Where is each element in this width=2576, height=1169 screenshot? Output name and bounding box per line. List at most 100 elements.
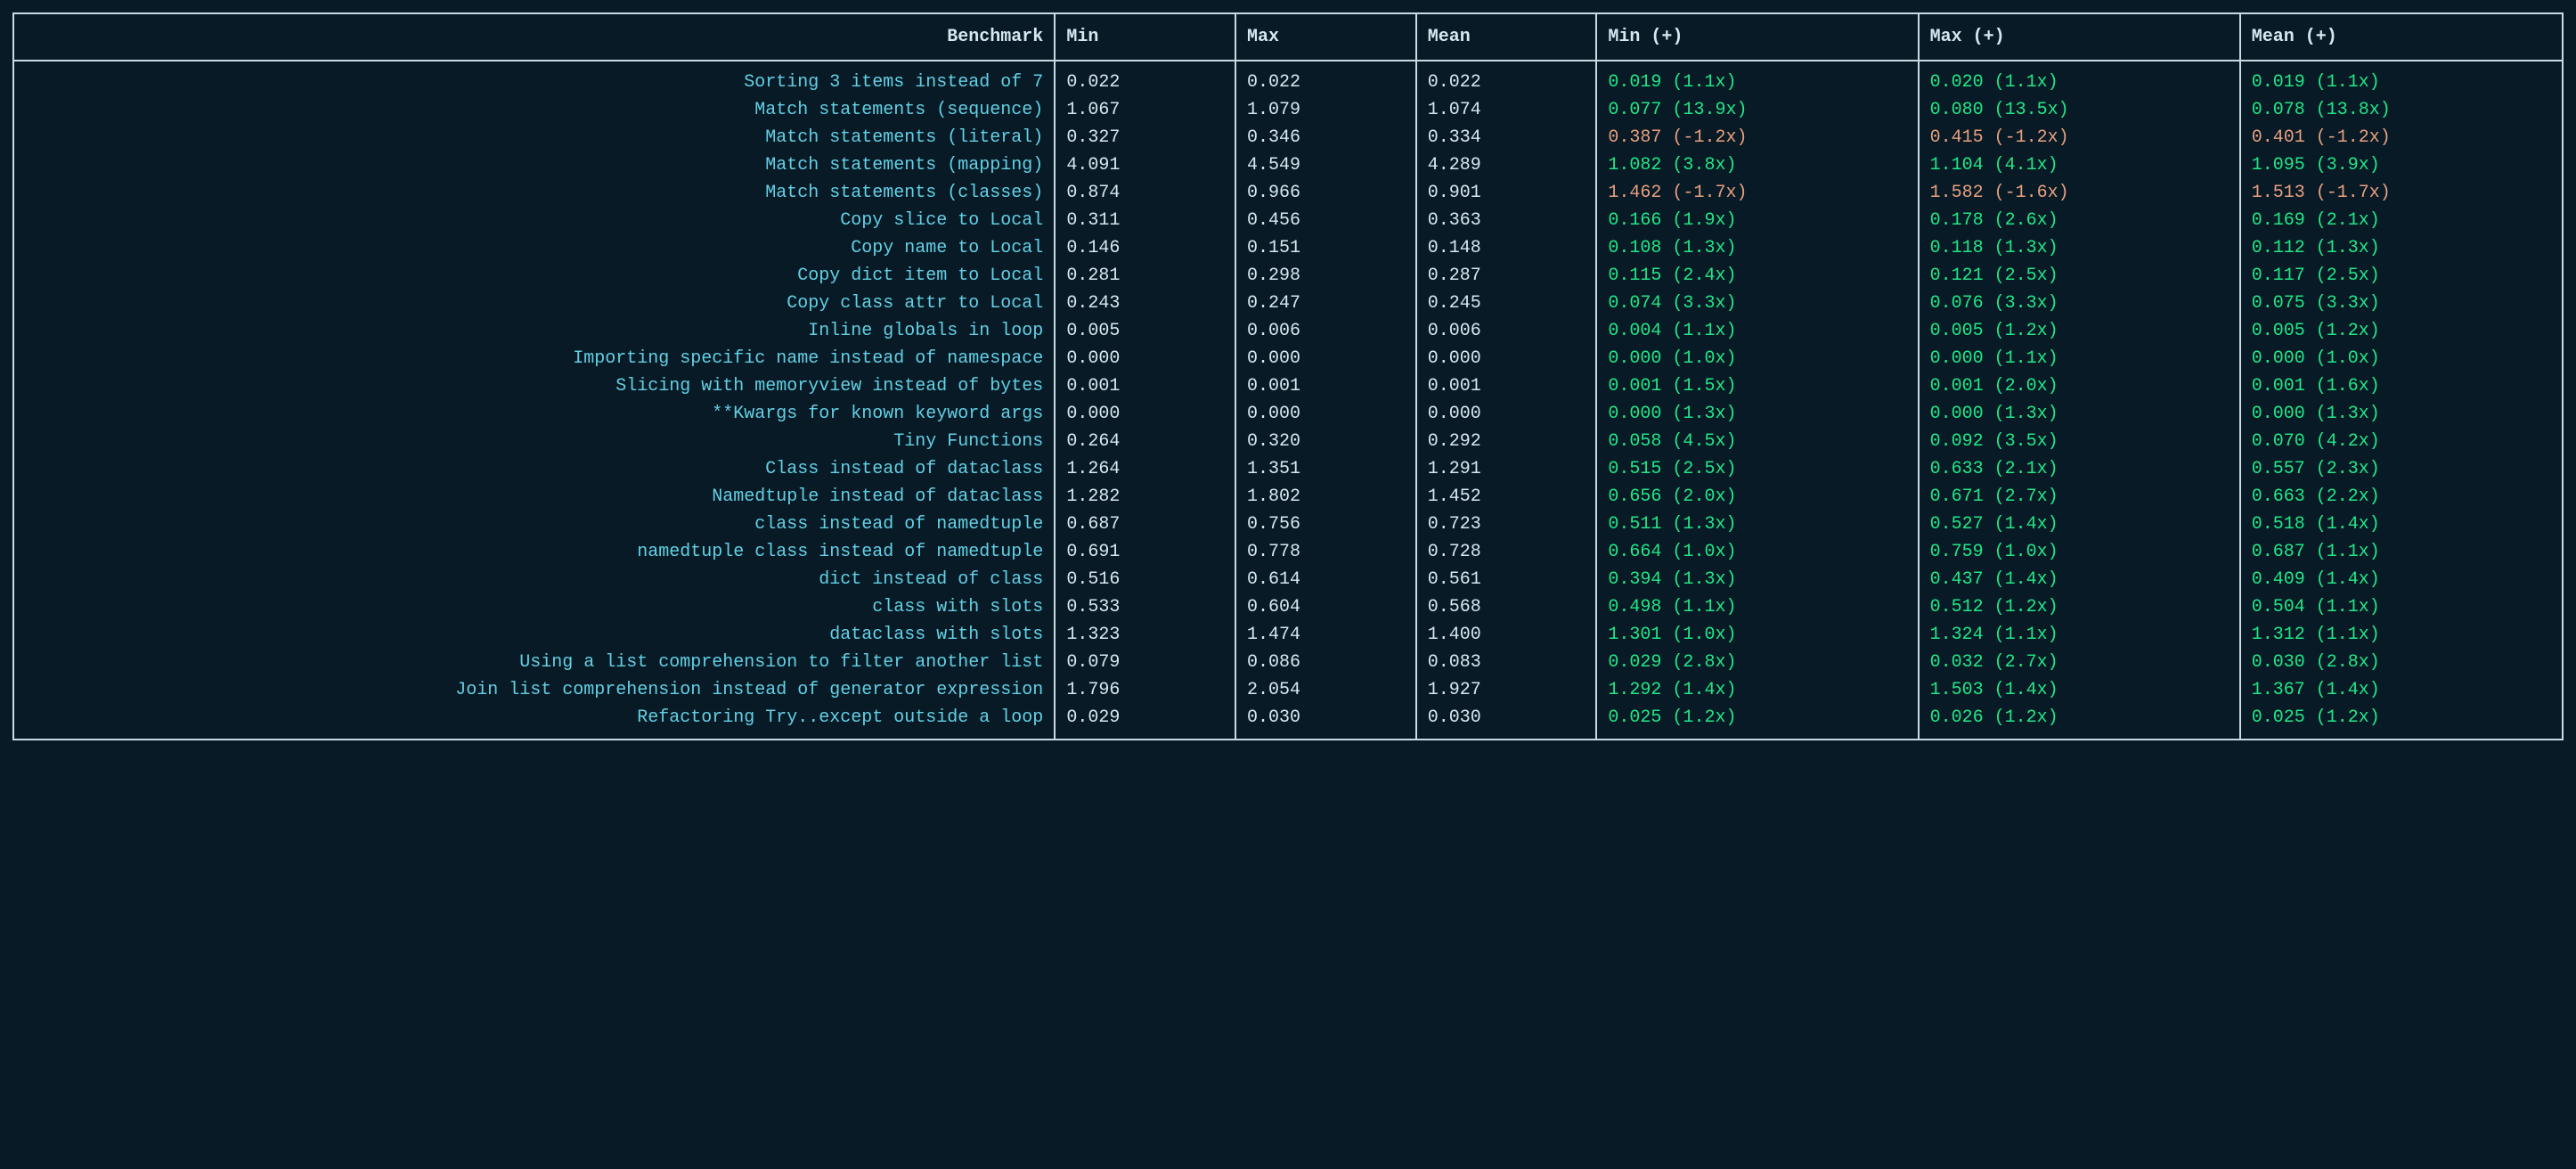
table-body: Sorting 3 items instead of 70.0220.0220.…: [14, 61, 2562, 739]
cell-benchmark: namedtuple class instead of namedtuple: [14, 538, 1055, 566]
cell-benchmark: Slicing with memoryview instead of bytes: [14, 372, 1055, 400]
cell-max: 0.022: [1235, 61, 1416, 96]
col-benchmark: Benchmark: [14, 14, 1055, 61]
cell-mean: 1.452: [1416, 483, 1597, 511]
cell-mean-plus: 0.000 (1.3x): [2240, 400, 2562, 428]
table-row: Sorting 3 items instead of 70.0220.0220.…: [14, 61, 2562, 96]
cell-mean: 0.001: [1416, 372, 1597, 400]
cell-max: 0.006: [1235, 317, 1416, 345]
cell-benchmark: Copy name to Local: [14, 234, 1055, 262]
cell-min-plus: 0.498 (1.1x): [1596, 593, 1918, 621]
cell-min: 0.687: [1055, 511, 1235, 538]
cell-max: 1.802: [1235, 483, 1416, 511]
table-row: Copy name to Local0.1460.1510.1480.108 (…: [14, 234, 2562, 262]
col-min-plus: Min (+): [1596, 14, 1918, 61]
cell-benchmark: Copy class attr to Local: [14, 290, 1055, 317]
cell-benchmark: class with slots: [14, 593, 1055, 621]
cell-mean: 0.245: [1416, 290, 1597, 317]
cell-benchmark: Using a list comprehension to filter ano…: [14, 649, 1055, 676]
cell-max: 0.614: [1235, 566, 1416, 593]
col-max-plus: Max (+): [1919, 14, 2240, 61]
cell-max: 0.756: [1235, 511, 1416, 538]
cell-max: 0.320: [1235, 428, 1416, 455]
cell-max-plus: 0.121 (2.5x): [1919, 262, 2240, 290]
cell-max: 0.456: [1235, 207, 1416, 234]
cell-mean-plus: 0.075 (3.3x): [2240, 290, 2562, 317]
cell-mean-plus: 0.117 (2.5x): [2240, 262, 2562, 290]
cell-mean-plus: 0.518 (1.4x): [2240, 511, 2562, 538]
cell-mean: 0.000: [1416, 400, 1597, 428]
cell-min-plus: 1.082 (3.8x): [1596, 151, 1918, 179]
table-row: Copy slice to Local0.3110.4560.3630.166 …: [14, 207, 2562, 234]
cell-benchmark: Copy dict item to Local: [14, 262, 1055, 290]
cell-min: 1.067: [1055, 96, 1235, 124]
cell-max-plus: 0.001 (2.0x): [1919, 372, 2240, 400]
cell-min-plus: 0.058 (4.5x): [1596, 428, 1918, 455]
table-row: class instead of namedtuple0.6870.7560.7…: [14, 511, 2562, 538]
cell-mean: 0.334: [1416, 124, 1597, 151]
col-min: Min: [1055, 14, 1235, 61]
cell-benchmark: Join list comprehension instead of gener…: [14, 676, 1055, 704]
cell-max-plus: 0.512 (1.2x): [1919, 593, 2240, 621]
cell-mean-plus: 1.513 (-1.7x): [2240, 179, 2562, 207]
table-row: Join list comprehension instead of gener…: [14, 676, 2562, 704]
cell-mean-plus: 0.169 (2.1x): [2240, 207, 2562, 234]
cell-max-plus: 0.671 (2.7x): [1919, 483, 2240, 511]
cell-min-plus: 0.000 (1.3x): [1596, 400, 1918, 428]
cell-max: 0.778: [1235, 538, 1416, 566]
cell-min: 0.079: [1055, 649, 1235, 676]
cell-max-plus: 1.582 (-1.6x): [1919, 179, 2240, 207]
cell-max: 0.001: [1235, 372, 1416, 400]
cell-mean-plus: 0.557 (2.3x): [2240, 455, 2562, 483]
table-row: Using a list comprehension to filter ano…: [14, 649, 2562, 676]
table-header: Benchmark Min Max Mean Min (+) Max (+) M…: [14, 14, 2562, 61]
cell-min-plus: 0.166 (1.9x): [1596, 207, 1918, 234]
cell-max-plus: 0.178 (2.6x): [1919, 207, 2240, 234]
cell-min: 0.000: [1055, 400, 1235, 428]
cell-max: 0.604: [1235, 593, 1416, 621]
cell-benchmark: Match statements (sequence): [14, 96, 1055, 124]
table-row: dataclass with slots1.3231.4741.4001.301…: [14, 621, 2562, 649]
cell-min: 1.282: [1055, 483, 1235, 511]
col-mean-plus: Mean (+): [2240, 14, 2562, 61]
cell-min: 0.146: [1055, 234, 1235, 262]
cell-min: 0.029: [1055, 704, 1235, 739]
cell-max-plus: 0.000 (1.1x): [1919, 345, 2240, 372]
table-row: Class instead of dataclass1.2641.3511.29…: [14, 455, 2562, 483]
cell-max: 0.346: [1235, 124, 1416, 151]
cell-max: 0.298: [1235, 262, 1416, 290]
cell-mean-plus: 0.025 (1.2x): [2240, 704, 2562, 739]
cell-min-plus: 0.511 (1.3x): [1596, 511, 1918, 538]
cell-mean: 1.074: [1416, 96, 1597, 124]
cell-min: 0.243: [1055, 290, 1235, 317]
cell-max: 0.000: [1235, 400, 1416, 428]
cell-min: 0.516: [1055, 566, 1235, 593]
col-mean: Mean: [1416, 14, 1597, 61]
cell-mean: 0.030: [1416, 704, 1597, 739]
cell-max: 0.966: [1235, 179, 1416, 207]
table-row: Inline globals in loop0.0050.0060.0060.0…: [14, 317, 2562, 345]
cell-mean-plus: 0.019 (1.1x): [2240, 61, 2562, 96]
cell-max: 4.549: [1235, 151, 1416, 179]
cell-min-plus: 0.074 (3.3x): [1596, 290, 1918, 317]
cell-mean-plus: 0.070 (4.2x): [2240, 428, 2562, 455]
cell-mean-plus: 0.112 (1.3x): [2240, 234, 2562, 262]
cell-max: 0.000: [1235, 345, 1416, 372]
cell-min: 1.323: [1055, 621, 1235, 649]
cell-min-plus: 0.387 (-1.2x): [1596, 124, 1918, 151]
cell-min-plus: 1.301 (1.0x): [1596, 621, 1918, 649]
cell-max-plus: 0.080 (13.5x): [1919, 96, 2240, 124]
cell-min: 0.264: [1055, 428, 1235, 455]
cell-mean: 0.292: [1416, 428, 1597, 455]
cell-mean: 0.006: [1416, 317, 1597, 345]
cell-mean-plus: 0.687 (1.1x): [2240, 538, 2562, 566]
cell-mean-plus: 0.401 (-1.2x): [2240, 124, 2562, 151]
cell-benchmark: Refactoring Try..except outside a loop: [14, 704, 1055, 739]
table-row: class with slots0.5330.6040.5680.498 (1.…: [14, 593, 2562, 621]
cell-benchmark: dict instead of class: [14, 566, 1055, 593]
table-row: namedtuple class instead of namedtuple 0.…: [14, 538, 2562, 566]
cell-min-plus: 0.394 (1.3x): [1596, 566, 1918, 593]
cell-min: 0.001: [1055, 372, 1235, 400]
table-row: Tiny Functions0.2640.3200.2920.058 (4.5x…: [14, 428, 2562, 455]
cell-mean-plus: 0.504 (1.1x): [2240, 593, 2562, 621]
